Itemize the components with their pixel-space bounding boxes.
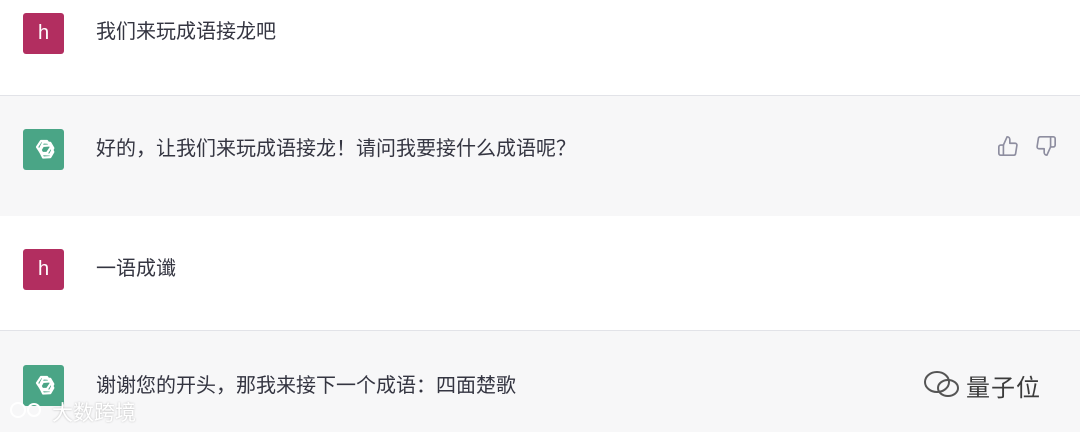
wechat-icon [922, 369, 962, 405]
user-avatar: h [23, 249, 64, 290]
message-text: 一语成谶 [96, 256, 176, 280]
thumbs-down-icon[interactable] [1035, 135, 1057, 157]
message-row-assistant-1: 好的，让我们来玩成语接龙！请问我要接什么成语呢？ [0, 95, 1080, 217]
user-avatar: h [23, 13, 64, 54]
openai-logo-icon [23, 129, 64, 170]
message-row-assistant-2: 谢谢您的开头，那我来接下一个成语：四面楚歌 [0, 330, 1080, 432]
message-text: 我们来玩成语接龙吧 [96, 19, 276, 43]
thumbs-up-icon[interactable] [997, 135, 1019, 157]
message-row-user-2: h 一语成谶 [0, 216, 1080, 331]
watermark-right: 量子位 [966, 374, 1041, 402]
message-text: 谢谢您的开头，那我来接下一个成语：四面楚歌 [96, 373, 516, 397]
watermark-logo-icon [8, 399, 48, 425]
watermark-left: 大数跨境 [52, 401, 136, 425]
message-row-user-1: h 我们来玩成语接龙吧 [0, 0, 1080, 96]
message-text: 好的，让我们来玩成语接龙！请问我要接什么成语呢？ [96, 136, 576, 160]
